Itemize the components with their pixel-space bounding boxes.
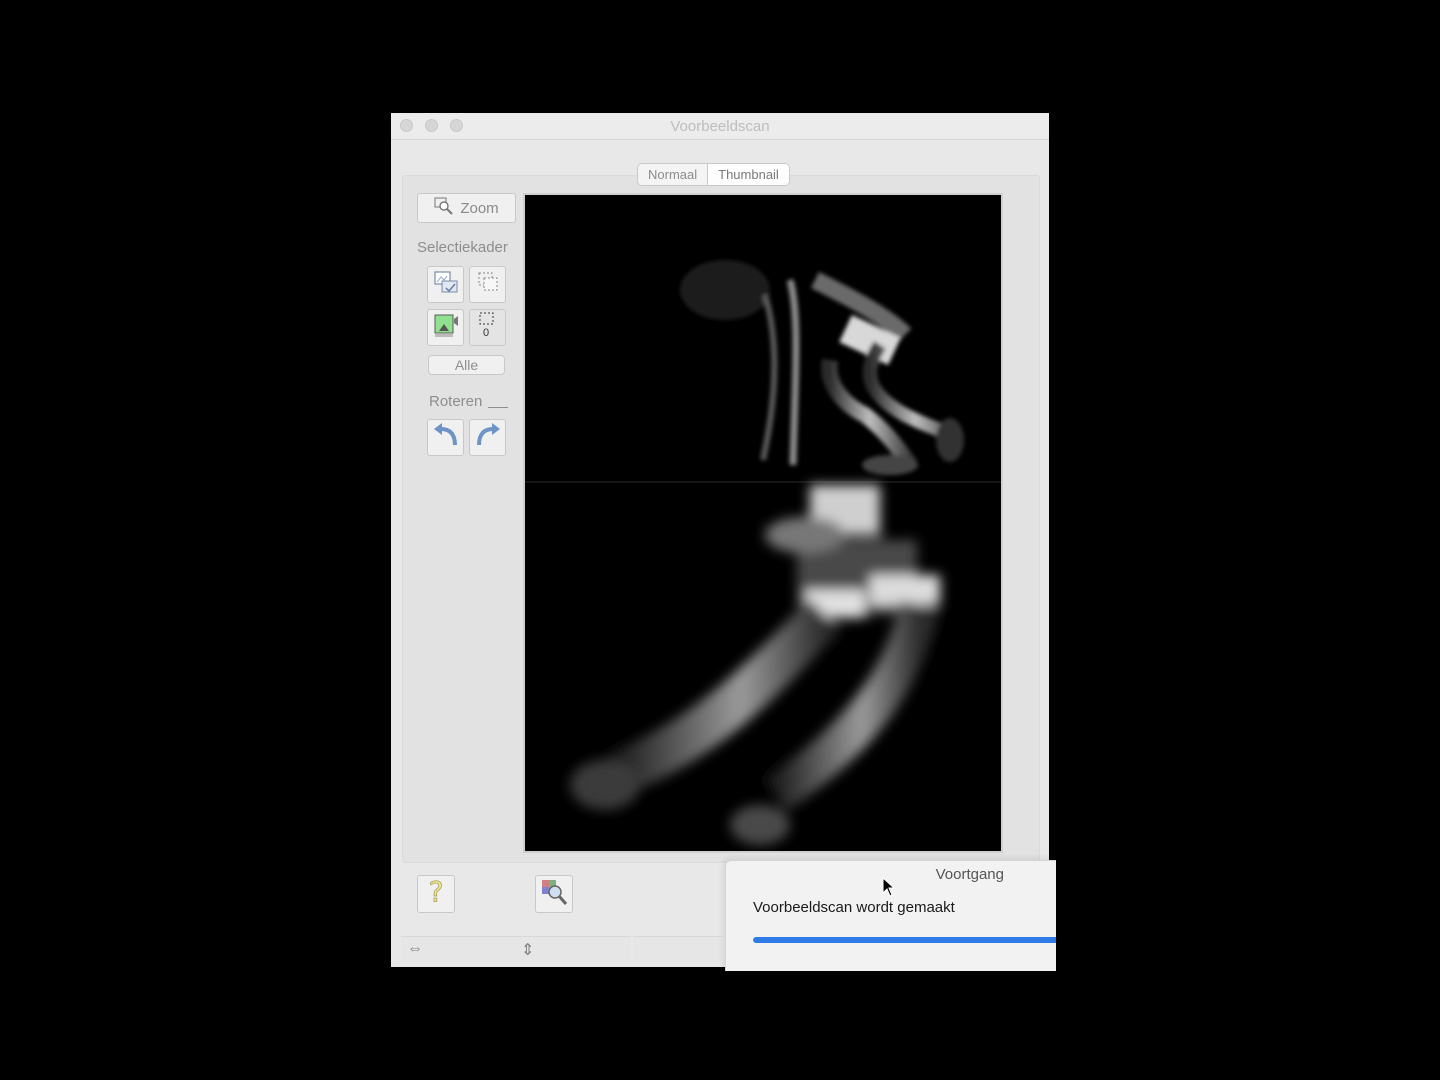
view-mode-tabs: Normaal Thumbnail: [637, 163, 790, 186]
rotate-left-button[interactable]: [427, 419, 464, 456]
configuration-button[interactable]: [535, 875, 573, 913]
rotate-heading: Roteren: [429, 393, 483, 410]
preview-scan-window: Voorbeeldscan Normaal Thumbnail Zoom Sel…: [391, 113, 1049, 967]
frame-count: 0: [483, 327, 490, 339]
vertical-arrows-icon: ⇕: [521, 942, 535, 959]
zoom-label: Zoom: [460, 199, 499, 217]
zoom-button[interactable]: Zoom: [417, 193, 516, 223]
preview-image-area[interactable]: [523, 193, 1003, 853]
progress-bar: [753, 937, 1056, 943]
color-magnifier-icon: [539, 877, 569, 912]
rotate-left-icon: [431, 421, 461, 454]
select-frame-button[interactable]: [427, 309, 464, 346]
title-bar[interactable]: Voorbeeldscan: [391, 113, 1049, 140]
magnifier-icon: [434, 196, 454, 220]
horizontal-arrows-icon: ⇔: [407, 940, 423, 957]
sprinter-photo: [525, 195, 1001, 851]
status-bar-segment: [633, 936, 723, 961]
duplicate-frame-button[interactable]: [469, 266, 506, 303]
rotate-divider: [488, 407, 508, 408]
progress-message: Voorbeeldscan wordt gemaakt: [753, 899, 955, 916]
auto-locate-button[interactable]: [427, 266, 464, 303]
selection-frame-heading: Selectiekader: [417, 239, 508, 256]
delete-frame-button[interactable]: 0: [469, 309, 506, 346]
frame-image-icon: [432, 311, 460, 344]
tab-normaal[interactable]: Normaal: [638, 164, 707, 185]
rotate-right-icon: [473, 421, 503, 454]
tab-thumbnail[interactable]: Thumbnail: [707, 164, 789, 185]
window-title: Voorbeeldscan: [670, 118, 770, 135]
mouse-cursor-icon: [882, 876, 896, 902]
progress-bar-fill: [753, 937, 1056, 943]
status-bar: ⇔ ⇕: [401, 936, 631, 961]
help-button[interactable]: ?: [417, 874, 455, 913]
rotate-right-button[interactable]: [469, 419, 506, 456]
duplicate-frame-icon: [474, 268, 502, 301]
help-icon: ?: [423, 874, 449, 913]
auto-locate-icon: [432, 268, 460, 301]
svg-text:?: ?: [429, 876, 444, 908]
select-all-button[interactable]: Alle: [428, 355, 505, 375]
